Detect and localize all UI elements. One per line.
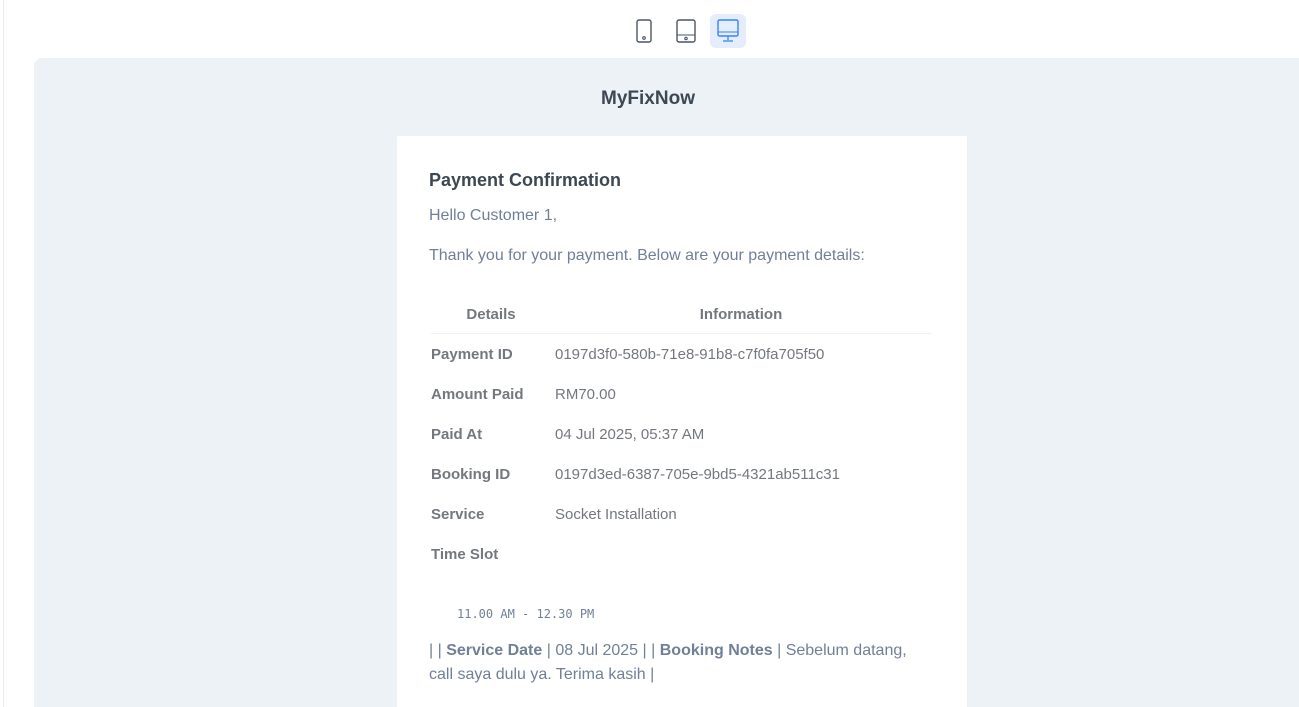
separator: |	[546, 642, 551, 659]
booking-notes-label: Booking Notes	[659, 642, 773, 659]
row-value: 04 Jul 2025, 05:37 AM	[555, 425, 705, 443]
email-title: Payment Confirmation	[429, 170, 622, 190]
mobile-view-button[interactable]	[626, 14, 662, 48]
table-header-row: Details Information	[431, 295, 931, 334]
row-value: 0197d3ed-6387-705e-9bd5-4321ab511c31	[555, 465, 840, 483]
table-row: Time Slot	[431, 534, 931, 574]
time-slot-code: 11.00 AM - 12.30 PM	[457, 607, 595, 621]
table-row: Service Socket Installation	[431, 494, 931, 534]
trailing-details: | | Service Date | 08 Jul 2025 | | Booki…	[429, 639, 935, 687]
row-label: Payment ID	[431, 345, 513, 363]
service-date-label: Service Date	[446, 642, 543, 659]
column-header-details: Details	[431, 295, 551, 334]
separator: | |	[429, 642, 442, 659]
desktop-icon	[717, 19, 739, 42]
row-label: Service	[431, 505, 485, 523]
email-preview: MyFixNow Payment Confirmation Hello Cust…	[34, 58, 1299, 707]
table-row: Paid At 04 Jul 2025, 05:37 AM	[431, 414, 931, 454]
row-value: RM70.00	[555, 385, 616, 403]
desktop-view-button[interactable]	[710, 14, 746, 48]
intro-text: Thank you for your payment. Below are yo…	[429, 247, 865, 264]
row-label: Booking ID	[431, 465, 511, 483]
left-divider	[3, 0, 4, 707]
column-header-information: Information	[551, 295, 931, 334]
payment-details-table: Details Information Payment ID 0197d3f0-…	[431, 295, 931, 574]
brand-header[interactable]: MyFixNow	[34, 88, 1296, 110]
separator: | |	[642, 642, 656, 659]
row-label: Paid At	[431, 425, 483, 443]
row-value: Socket Installation	[555, 505, 677, 523]
service-date-value: 08 Jul 2025	[555, 642, 639, 659]
separator: |	[650, 666, 655, 683]
email-card: Payment Confirmation Hello Customer 1, T…	[397, 136, 967, 707]
row-label: Time Slot	[431, 545, 499, 563]
row-label: Amount Paid	[431, 385, 524, 403]
greeting-text: Hello Customer 1,	[429, 207, 558, 224]
table-row: Amount Paid RM70.00	[431, 374, 931, 414]
tablet-icon	[676, 19, 696, 43]
phone-icon	[636, 19, 652, 43]
table-row: Payment ID 0197d3f0-580b-71e8-91b8-c7f0f…	[431, 334, 931, 375]
device-toolbar	[626, 14, 746, 48]
row-value	[551, 534, 931, 574]
row-value: 0197d3f0-580b-71e8-91b8-c7f0fa705f50	[555, 345, 825, 363]
tablet-view-button[interactable]	[668, 14, 704, 48]
separator: |	[777, 642, 782, 659]
table-row: Booking ID 0197d3ed-6387-705e-9bd5-4321a…	[431, 454, 931, 494]
